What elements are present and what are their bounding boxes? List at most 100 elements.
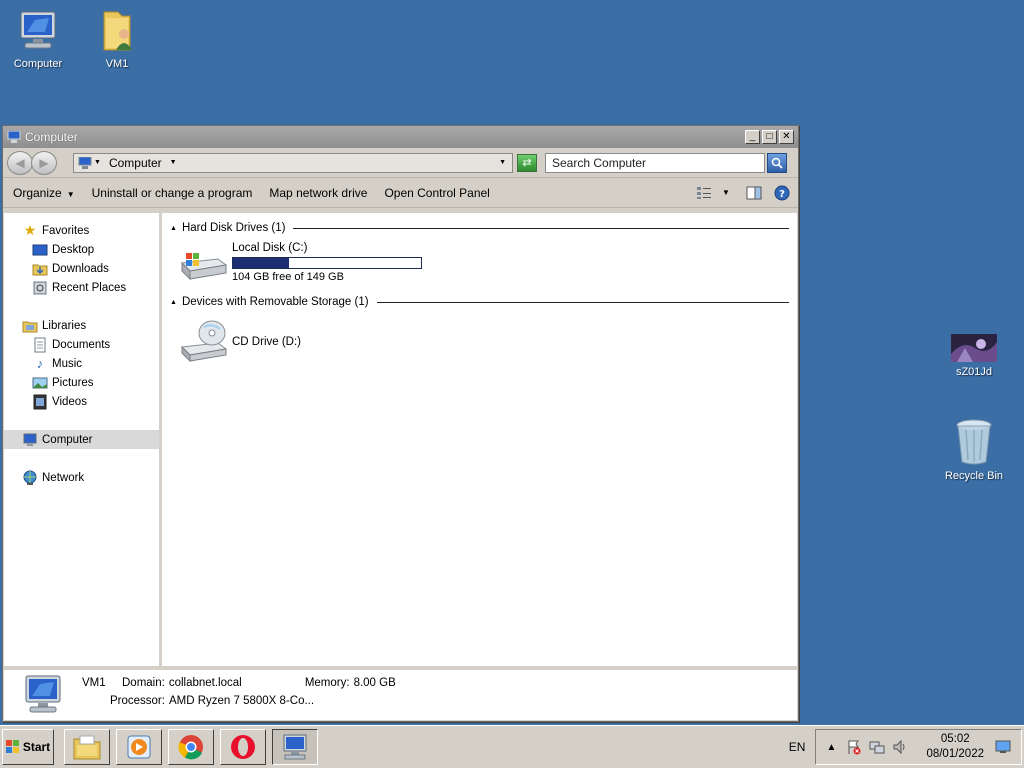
nav-downloads[interactable]: Downloads <box>4 259 159 278</box>
action-center-icon[interactable] <box>845 738 863 756</box>
desktop-icon-recycle-bin[interactable]: Recycle Bin <box>936 418 1012 483</box>
windows-logo-icon <box>5 740 19 753</box>
memory-label: Memory: <box>304 677 350 689</box>
group-title: Devices with Removable Storage (1) <box>181 296 369 308</box>
help-button[interactable]: ? <box>772 184 792 202</box>
language-indicator[interactable]: EN <box>789 740 806 754</box>
videos-icon <box>33 394 47 409</box>
desktop-icon <box>995 740 1011 753</box>
computer-icon <box>78 156 92 169</box>
start-button[interactable]: Start <box>2 729 54 765</box>
taskbar-explorer-button[interactable] <box>64 729 110 765</box>
processor-value: AMD Ryzen 7 5800X 8-Co... <box>168 695 315 707</box>
search-button[interactable] <box>767 152 787 173</box>
domain-value: collabnet.local <box>168 677 242 689</box>
group-title: Hard Disk Drives (1) <box>181 222 286 234</box>
maximize-button[interactable]: □ <box>762 130 777 144</box>
close-button[interactable]: ✕ <box>779 130 794 144</box>
pictures-icon <box>32 377 48 388</box>
libraries-icon <box>22 321 38 332</box>
show-hidden-icons-button[interactable]: ▲ <box>822 738 840 756</box>
taskbar-opera-button[interactable] <box>220 729 266 765</box>
change-view-button[interactable] <box>694 184 714 202</box>
nav-label: Network <box>42 471 85 484</box>
map-network-drive-button[interactable]: Map network drive <box>269 186 367 200</box>
nav-label: Pictures <box>52 376 94 389</box>
user-folder-icon <box>103 11 132 51</box>
recycle-bin-icon <box>956 419 992 465</box>
desktop-icon-label: Computer <box>13 58 63 70</box>
help-icon: ? <box>774 185 790 200</box>
nav-label: Videos <box>52 395 87 408</box>
nav-pictures[interactable]: Pictures <box>4 373 159 392</box>
nav-recent-places[interactable]: Recent Places <box>4 278 159 297</box>
drive-usage-fill <box>233 258 290 268</box>
drive-free-space: 104 GB free of 149 GB <box>232 271 344 283</box>
address-bar[interactable]: ▼ Computer ▼ ▼ <box>73 152 513 173</box>
nav-label: Computer <box>42 433 93 446</box>
group-header-removable-storage[interactable]: ▲ Devices with Removable Storage (1) <box>170 295 789 309</box>
refresh-button[interactable]: ⇄ <box>517 153 537 172</box>
title-bar[interactable]: Computer _ □ ✕ <box>3 126 798 148</box>
drive-local-disk-c[interactable]: Local Disk (C:) 104 GB free of 149 GB <box>178 241 789 285</box>
search-icon <box>771 157 783 169</box>
address-row: ◀ ▶ ▼ Computer ▼ ▼ ⇄ Search Computer <box>3 148 798 178</box>
star-icon: ★ <box>23 222 37 238</box>
nav-desktop[interactable]: Desktop <box>4 240 159 259</box>
details-pane: VM1 Domain: collabnet.local Memory: 8.00… <box>4 668 797 720</box>
taskbar-media-player-button[interactable] <box>116 729 162 765</box>
organize-button[interactable]: Organize ▼ <box>13 186 75 200</box>
desktop-icon-sz01jd[interactable]: sZ01Jd <box>936 334 1012 379</box>
search-input[interactable]: Search Computer <box>545 152 765 173</box>
taskbar-chrome-button[interactable] <box>168 729 214 765</box>
collapse-triangle-icon[interactable]: ▲ <box>170 225 177 232</box>
network-tray-icon[interactable] <box>868 738 886 756</box>
address-history-dropdown-icon[interactable]: ▼ <box>499 159 506 166</box>
view-options-dropdown[interactable]: ▼ <box>720 184 732 202</box>
drive-name: Local Disk (C:) <box>232 242 308 254</box>
back-button[interactable]: ◀ <box>7 150 33 175</box>
nav-label: Recent Places <box>52 281 127 294</box>
chevron-down-icon: ▼ <box>66 189 75 199</box>
nav-documents[interactable]: Documents <box>4 335 159 354</box>
breadcrumb-chevron-icon[interactable]: ▼ <box>170 159 177 166</box>
clock[interactable]: 05:02 08/01/2022 <box>926 732 984 762</box>
desktop-icon-vm1[interactable]: VM1 <box>79 8 155 71</box>
nav-favorites[interactable]: ★ Favorites <box>4 221 159 240</box>
computer-icon <box>283 734 307 760</box>
network-icon <box>23 470 37 485</box>
nav-videos[interactable]: Videos <box>4 392 159 411</box>
nav-label: Libraries <box>42 319 87 332</box>
uninstall-program-button[interactable]: Uninstall or change a program <box>92 186 253 200</box>
nav-music[interactable]: ♪ Music <box>4 354 159 373</box>
media-player-icon <box>127 735 151 759</box>
preview-pane-button[interactable] <box>744 184 764 202</box>
flag-warning-icon <box>848 740 861 755</box>
view-list-icon <box>697 186 711 199</box>
drive-cd-d[interactable]: CD Drive (D:) <box>178 319 789 363</box>
collapse-triangle-icon[interactable]: ▲ <box>170 299 177 306</box>
organize-label: Organize <box>13 185 62 200</box>
nav-libraries[interactable]: Libraries <box>4 316 159 335</box>
hard-disk-icon <box>180 253 228 281</box>
group-header-hard-disk-drives[interactable]: ▲ Hard Disk Drives (1) <box>170 221 789 235</box>
nav-computer[interactable]: Computer <box>4 430 159 449</box>
show-desktop-button[interactable] <box>994 738 1012 756</box>
forward-button[interactable]: ▶ <box>31 150 57 175</box>
breadcrumb-computer[interactable]: Computer <box>109 156 162 170</box>
opera-icon <box>231 735 255 759</box>
computer-icon <box>23 433 37 446</box>
open-control-panel-button[interactable]: Open Control Panel <box>384 186 489 200</box>
nav-label: Music <box>52 357 83 370</box>
volume-icon[interactable] <box>891 738 909 756</box>
breadcrumb-chevron-icon[interactable]: ▼ <box>94 159 101 166</box>
arrow-left-icon: ◀ <box>15 155 25 170</box>
command-bar: Organize ▼ Uninstall or change a program … <box>3 178 798 208</box>
desktop-icon-label: VM1 <box>105 58 129 70</box>
nav-network[interactable]: Network <box>4 468 159 487</box>
chrome-icon <box>178 735 203 760</box>
taskbar-computer-button[interactable] <box>272 729 318 765</box>
desktop-icon-computer[interactable]: Computer <box>0 8 76 71</box>
memory-value: 8.00 GB <box>353 677 396 689</box>
minimize-button[interactable]: _ <box>745 130 760 144</box>
